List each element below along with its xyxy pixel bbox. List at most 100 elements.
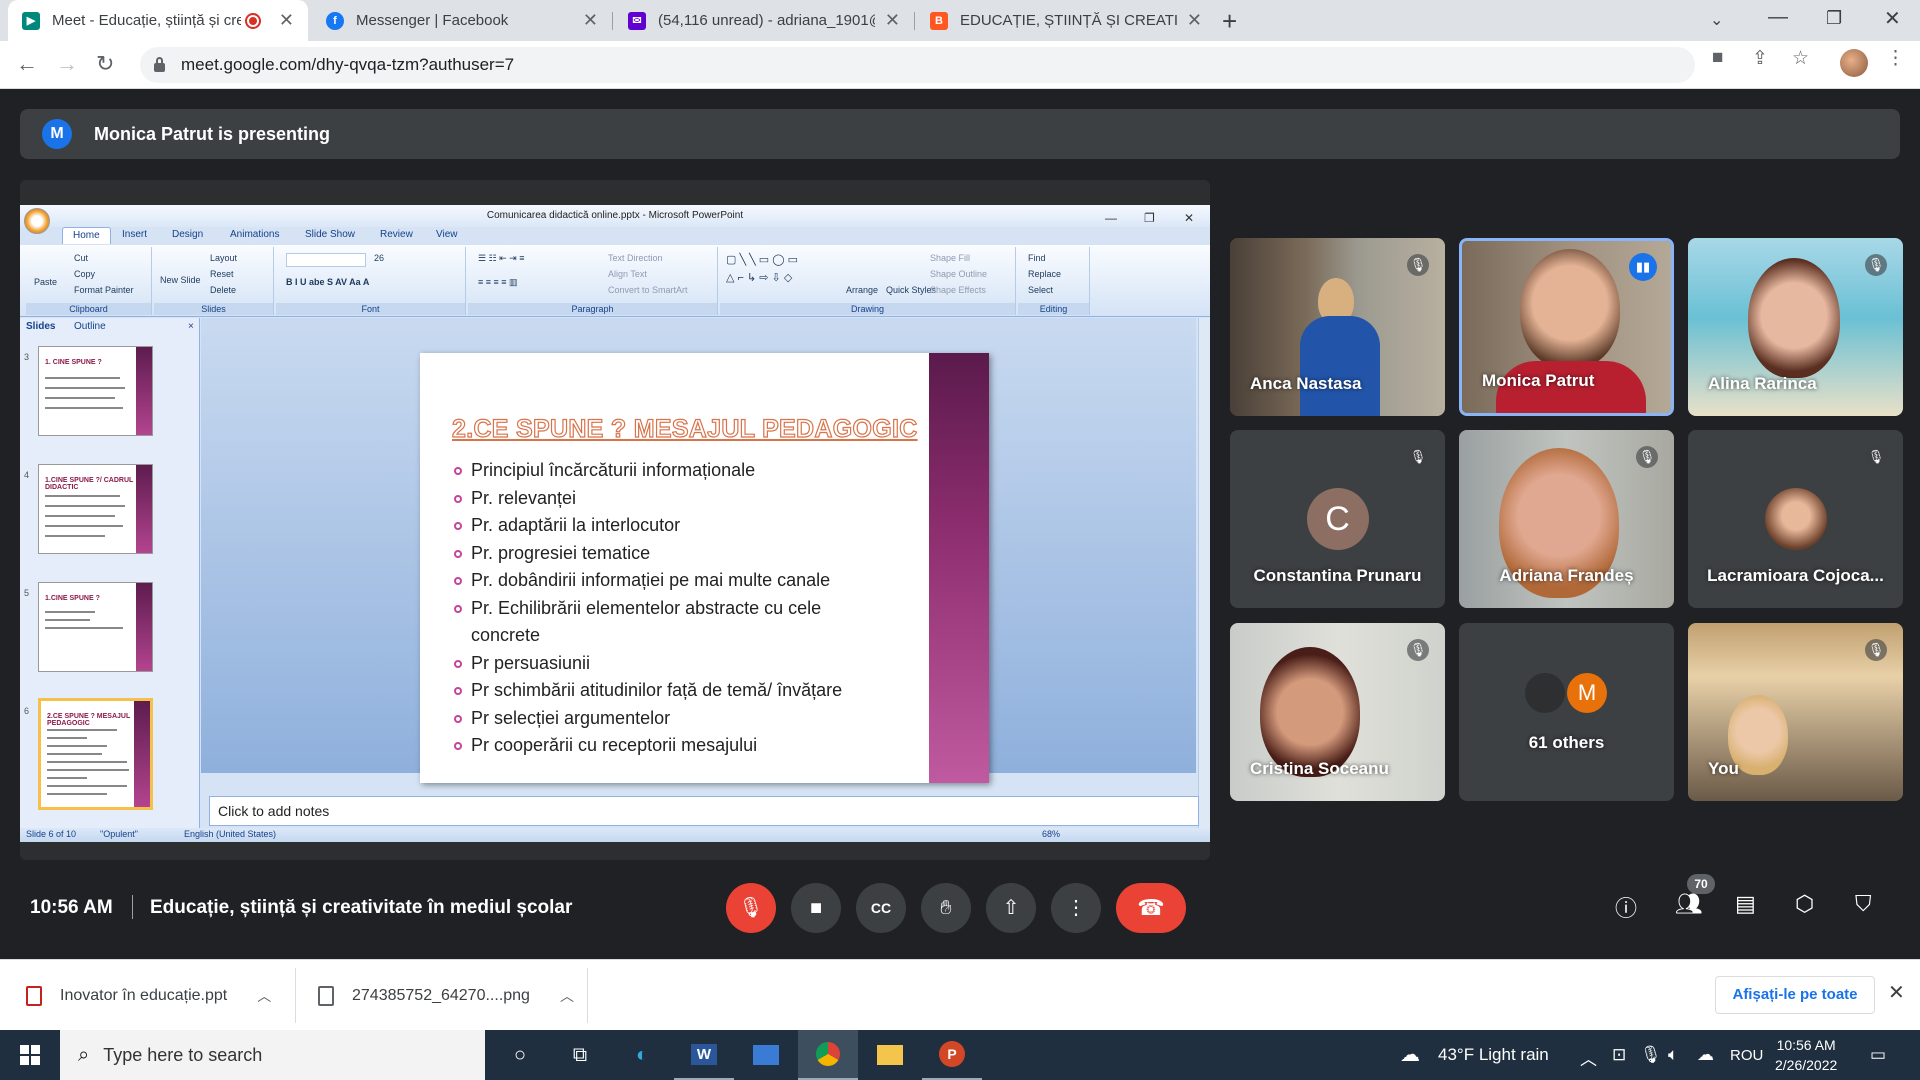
tab-meet[interactable]: ▶ Meet - Educație, știință și cre ✕ [8,0,308,41]
participant-avatar: C [1306,488,1369,550]
participant-tile[interactable]: C 🎙︎ Constantina Prunaru [1230,430,1445,608]
more-options-button[interactable]: ⋮ [1051,883,1101,933]
slide-bullet: Pr. dobândirii informației pe mai multe … [454,567,894,595]
close-tab-icon[interactable]: ✕ [583,10,598,31]
camera-button[interactable]: ■ [791,883,841,933]
leave-call-button[interactable]: ☎︎ [1116,883,1186,933]
participant-tile-speaking[interactable]: ▮▮ Monica Patrut [1459,238,1674,416]
people-icon[interactable]: 👥︎ [1675,891,1703,917]
participant-avatar [1764,488,1827,550]
minimize-icon[interactable]: — [1768,6,1788,29]
file-explorer-icon[interactable] [860,1030,920,1080]
close-tab-icon[interactable]: ✕ [279,10,294,31]
others-count: 61 others [1528,733,1605,752]
taskbar-time: 10:56 AM [1776,1037,1836,1053]
onedrive-icon[interactable]: ☁︎ [1697,1045,1714,1065]
participant-tile[interactable]: 🎙︎ Adriana Frandeș [1459,430,1674,608]
chevron-up-icon[interactable]: ︿ [1580,1045,1597,1070]
download-item[interactable]: Inovator în educație.ppt ︿ [26,960,271,1031]
participant-tile[interactable]: 🎙︎ Alina Rarinca [1688,238,1903,416]
slide-side-band [929,353,989,783]
chrome-icon[interactable] [798,1030,858,1080]
raise-hand-button[interactable]: ✋︎ [921,883,971,933]
profile-avatar[interactable] [1840,49,1868,77]
photos-icon[interactable] [736,1030,796,1080]
arrange-label: Arrange [846,285,879,295]
host-controls-icon[interactable]: ⛉ [1855,891,1872,917]
powerpoint-window: Comunicarea didactică online.pptx - Micr… [20,205,1210,842]
taskbar-clock[interactable]: 10:56 AM 2/26/2022 [1775,1035,1837,1075]
tab-messenger[interactable]: f Messenger | Facebook ✕ [312,0,612,41]
participant-tile[interactable]: 🎙︎ Anca Nastasa [1230,238,1445,416]
participant-tile[interactable]: 🎙︎ Cristina Soceanu [1230,623,1445,801]
notes-pane: Click to add notes [209,796,1199,826]
bookmark-star-icon[interactable]: ☆ [1792,47,1809,70]
shapes-gallery-icon: △ ⌐ ↳ ⇨ ⇩ ◇ [726,272,793,284]
input-language[interactable]: ROU [1730,1047,1763,1064]
forward-icon[interactable]: → [56,51,78,77]
chevron-up-icon[interactable]: ︿ [560,986,574,1006]
divider [587,968,588,1023]
format-painter-label: Format Painter [74,285,134,295]
back-icon[interactable]: ← [16,51,38,77]
mic-off-icon: 🎙︎ [1407,639,1429,661]
divider [132,895,133,919]
slide-count-status: Slide 6 of 10 [26,829,77,839]
chat-icon[interactable]: ▤ [1735,891,1756,917]
windows-taskbar: ⌕ Type here to search ○ ⧉ ◐ W P ☁︎ 43°F … [0,1030,1920,1080]
microphone-icon[interactable]: 🎙︎ [1640,1045,1662,1065]
tab-blogger[interactable]: B EDUCAȚIE, ȘTIINȚĂ ȘI CREATIVIT ✕ [916,0,1216,41]
restore-icon[interactable]: ❐ [1826,8,1842,29]
address-bar[interactable]: meet.google.com/dhy-qvqa-tzm?authuser=7 [140,47,1695,83]
weather-cloud-icon[interactable]: ☁︎ [1400,1042,1420,1067]
captions-button[interactable]: CC [856,883,906,933]
align-text-label: Align Text [608,269,647,279]
taskbar-search-box[interactable]: ⌕ Type here to search [60,1030,485,1080]
mic-off-icon: 🎙︎ [1865,446,1887,468]
participant-name: Anca Nastasa [1250,374,1362,393]
mic-off-button[interactable]: 🎙︎ [726,883,776,933]
volume-icon[interactable]: 🔈︎ [1668,1045,1678,1065]
close-download-bar-icon[interactable]: ✕ [1888,980,1905,1005]
thumbnail-number: 4 [24,470,30,480]
activities-icon[interactable]: ⬡ [1795,891,1814,917]
weather-text[interactable]: 43°F Light rain [1438,1045,1549,1065]
participant-tile[interactable]: 🎙︎ Lacramioara Cojoca... [1688,430,1903,608]
paste-label: Paste [34,277,58,287]
participant-tile-self[interactable]: 🎙︎ You [1688,623,1903,801]
menu-kebab-icon[interactable]: ⋮ [1886,47,1905,70]
present-now-button[interactable]: ⇧ [986,883,1036,933]
show-all-downloads-button[interactable]: Afișați-le pe toate [1715,976,1875,1014]
drawing-group: ▢ ╲ ╲ ▭ ◯ ▭ △ ⌐ ↳ ⇨ ⇩ ◇ Arrange Quick St… [720,247,1016,315]
windows-start-icon[interactable] [20,1045,40,1065]
download-item[interactable]: 274385752_64270....png ︿ [318,960,574,1031]
reload-icon[interactable]: ↻ [96,51,114,77]
participant-tile-others[interactable]: M 61 others [1459,623,1674,801]
convert-smartart-label: Convert to SmartArt [608,285,688,295]
task-view-icon[interactable]: ⧉ [550,1030,610,1080]
close-tab-icon[interactable]: ✕ [885,10,900,31]
close-tab-icon[interactable]: ✕ [1187,10,1202,31]
meeting-details-icon[interactable]: ⓘ [1615,891,1637,923]
word-icon[interactable]: W [674,1030,734,1080]
notifications-icon[interactable]: ▭ [1870,1045,1886,1065]
chevron-up-icon[interactable]: ︿ [257,986,271,1006]
powerpoint-icon[interactable]: P [922,1030,982,1080]
taskbar-date: 2/26/2022 [1775,1057,1838,1073]
cortana-icon[interactable]: ○ [490,1030,550,1080]
tab-yahoo-mail[interactable]: ✉ (54,116 unread) - adriana_1901@ ✕ [614,0,914,41]
slide-bullet: Principiul încărcăturii informaționale [454,457,894,485]
tab-divider [914,12,915,30]
mic-off-icon: 🎙︎ [1407,254,1429,276]
edge-icon[interactable]: ◐ [612,1030,672,1080]
camera-in-use-icon[interactable]: ■ [1712,47,1723,69]
slides-pane-tabs: Slides Outline × [20,318,199,336]
clipboard-group: Paste Cut Copy Format Painter Clipboard [26,247,152,315]
close-window-icon[interactable]: ✕ [1884,6,1901,31]
new-tab-icon[interactable]: + [1222,6,1237,37]
ppt-title-bar: Comunicarea didactică online.pptx - Micr… [20,205,1210,227]
network-icon[interactable]: ⊡ [1612,1045,1626,1065]
tab-search-chevron-icon[interactable]: ⌄ [1710,10,1723,30]
font-size-box: 26 [374,253,385,263]
share-icon[interactable]: ⇪ [1752,47,1768,70]
